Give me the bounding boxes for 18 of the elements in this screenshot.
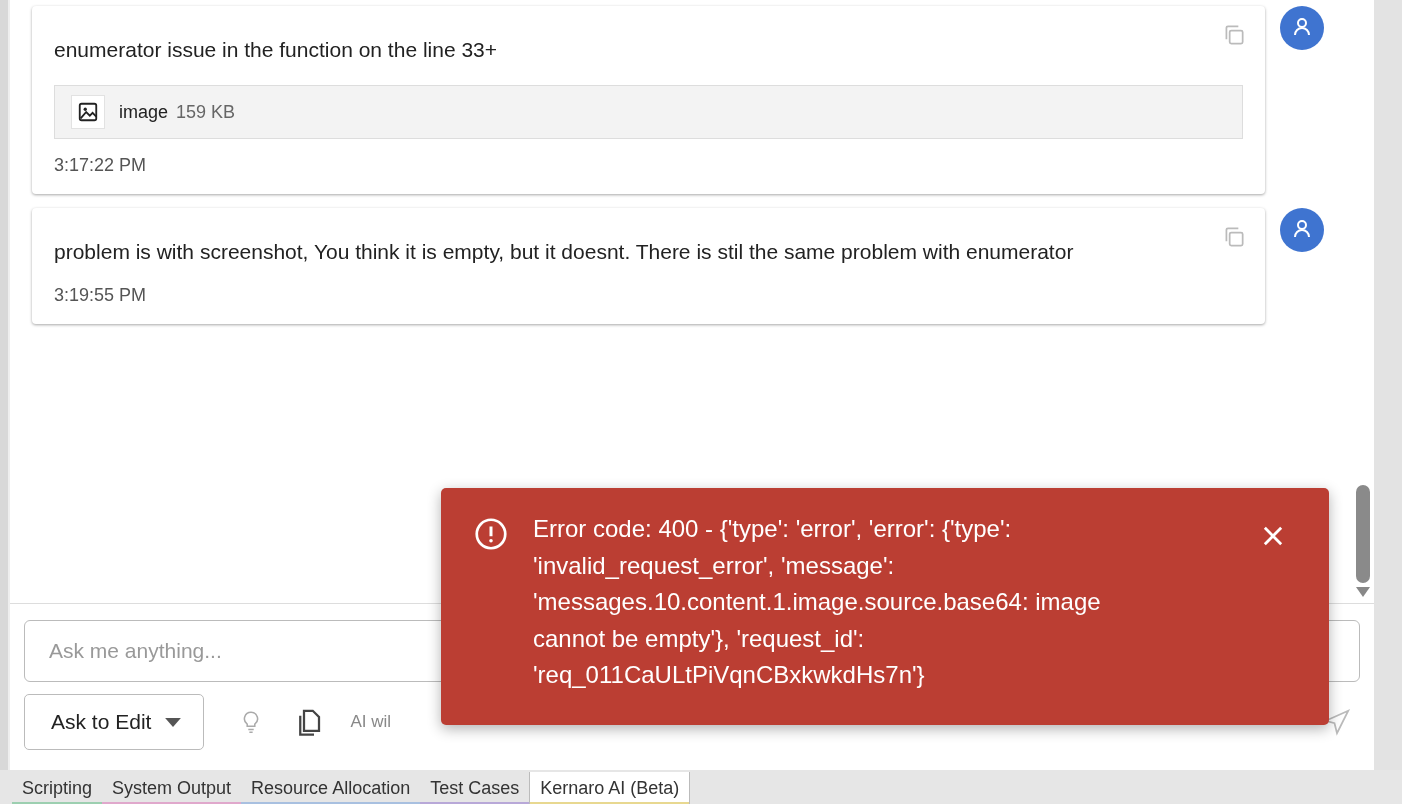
scrollbar-thumb[interactable] bbox=[1356, 485, 1370, 583]
mode-dropdown[interactable]: Ask to Edit bbox=[24, 694, 205, 750]
error-message: Error code: 400 - {'type': 'error', 'error': {'type': 'invalid_request_error', 'message': 'messages.10.content.1.image.source.base64: image cannot be empty'}, 'request_id': 'req_011CaULtPiVqnCBxkwkdHs7n'} bbox=[533, 514, 1102, 690]
mode-description: AI wil bbox=[350, 712, 391, 732]
attachment-name: image bbox=[119, 101, 169, 123]
panel-tab[interactable]: Kernaro AI (Beta) bbox=[529, 772, 691, 804]
caret-icon bbox=[165, 717, 182, 727]
error-icon bbox=[473, 516, 509, 552]
attachment-size: 159 KB bbox=[176, 101, 236, 123]
user-avatar-icon bbox=[1280, 6, 1324, 50]
message-time: 3:19:55 PM bbox=[54, 285, 148, 306]
message-time: 3:17:22 PM bbox=[54, 155, 148, 176]
message-text: enumerator issue in the function on the line 33+ bbox=[54, 37, 499, 63]
scroll-down-icon[interactable] bbox=[1356, 587, 1370, 597]
image-icon bbox=[77, 101, 99, 123]
message-text: problem is with screenshot, You think it is empty, but it doesnt. There is stil the same problem with enumerator bbox=[54, 239, 1075, 265]
attachment-chip[interactable]: image 159 KB bbox=[54, 85, 1243, 139]
user-avatar-icon bbox=[1280, 208, 1324, 252]
